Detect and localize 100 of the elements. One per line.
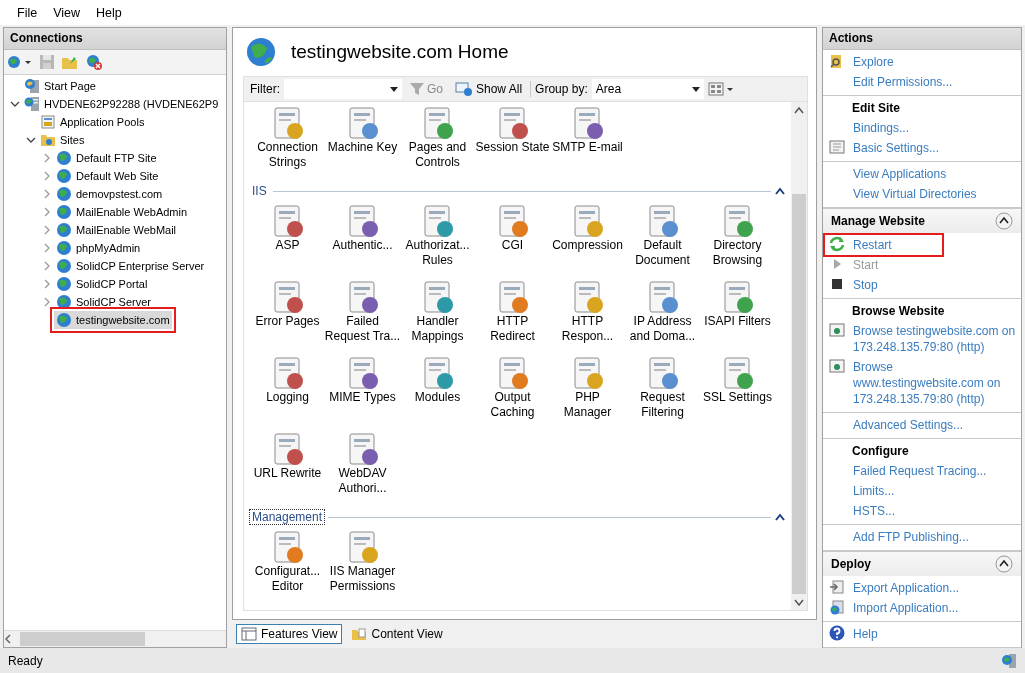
collapsed-chevron-icon[interactable] xyxy=(42,207,52,217)
action-link[interactable]: Basic Settings... xyxy=(853,138,940,158)
collapsed-chevron-icon[interactable] xyxy=(42,153,52,163)
group-by-dropdown[interactable]: Area xyxy=(591,79,704,99)
feature-item[interactable]: Directory Browsing xyxy=(712,238,763,268)
filter-field[interactable] xyxy=(284,79,402,99)
feature-item[interactable]: Failed Request Tra... xyxy=(324,314,401,344)
feature-item[interactable]: PHP Manager xyxy=(563,390,612,420)
horizontal-scrollbar[interactable] xyxy=(4,630,226,647)
feature-item[interactable]: CGI xyxy=(501,238,524,253)
feature-item[interactable]: Pages and Controls xyxy=(408,140,467,170)
collapsed-chevron-icon[interactable] xyxy=(42,243,52,253)
feature-item[interactable]: Modules xyxy=(414,390,461,405)
feature-item[interactable]: SMTP E-mail xyxy=(552,140,623,155)
feature-item[interactable]: SSL Settings xyxy=(703,390,772,405)
globe-icon xyxy=(56,240,72,256)
save-icon[interactable] xyxy=(39,54,55,70)
globe-icon xyxy=(56,258,72,274)
tree-item[interactable]: MailEnable WebAdmin xyxy=(54,203,190,221)
expanded-chevron-icon[interactable] xyxy=(10,99,20,109)
scroll-up-icon[interactable] xyxy=(794,106,804,114)
tree-item[interactable]: Application Pools xyxy=(38,113,147,131)
menu-item[interactable]: View xyxy=(46,3,88,22)
action-link[interactable]: Failed Request Tracing... xyxy=(853,461,987,481)
globe-dropdown-icon[interactable] xyxy=(7,54,33,70)
group-heading[interactable]: Management xyxy=(250,510,325,524)
folder-icon[interactable] xyxy=(61,54,79,70)
feature-item[interactable]: Request Filtering xyxy=(640,390,685,420)
collapsed-chevron-icon[interactable] xyxy=(42,189,52,199)
action-link[interactable]: HSTS... xyxy=(853,501,895,521)
collapse-chevron-icon[interactable] xyxy=(775,513,785,521)
action-link[interactable]: View Applications xyxy=(853,164,947,184)
menu-item[interactable]: File xyxy=(10,3,45,22)
tree-item[interactable]: HVDENE62P92288 (HVDENE62P9 xyxy=(22,95,221,113)
collapse-button-icon[interactable] xyxy=(995,555,1013,573)
feature-item[interactable]: Output Caching xyxy=(490,390,535,420)
feature-item[interactable]: ISAPI Filters xyxy=(704,314,771,329)
action-link[interactable]: View Virtual Directories xyxy=(853,184,977,204)
feature-item[interactable]: WebDAV Authori... xyxy=(338,466,387,496)
feature-item[interactable]: Logging xyxy=(266,390,309,405)
tree-item[interactable]: Sites xyxy=(38,131,87,149)
action-link[interactable]: Edit Permissions... xyxy=(853,72,953,92)
action-link[interactable]: Limits... xyxy=(853,481,895,501)
feature-item[interactable]: ASP xyxy=(275,238,300,253)
feature-item[interactable]: Configurat... Editor xyxy=(254,564,321,594)
feature-item[interactable]: HTTP Redirect xyxy=(490,314,535,344)
tree-item[interactable]: SolidCP Portal xyxy=(54,275,150,293)
feature-item[interactable]: Authorizat... Rules xyxy=(405,238,470,268)
tree-item[interactable]: Start Page xyxy=(22,77,98,95)
feature-item[interactable]: Machine Key xyxy=(327,140,398,155)
action-link[interactable]: Export Application... xyxy=(853,578,960,598)
action-link[interactable]: Advanced Settings... xyxy=(853,415,964,435)
action-link[interactable]: Browse www.testingwebsite.com on 173.248.135.79:80 (http) xyxy=(853,357,1021,409)
menu-item[interactable]: Help xyxy=(89,3,129,22)
feature-item[interactable]: MIME Types xyxy=(329,390,396,405)
view-mode-icon[interactable] xyxy=(707,81,736,97)
action-link[interactable]: Add FTP Publishing... xyxy=(853,527,969,547)
view-tab[interactable]: Content View xyxy=(346,624,448,644)
globe-icon xyxy=(56,312,72,328)
action-link[interactable]: Restart xyxy=(825,235,942,255)
feature-item[interactable]: HTTP Respon... xyxy=(561,314,614,344)
collapsed-chevron-icon[interactable] xyxy=(42,261,52,271)
action-link[interactable]: Import Application... xyxy=(853,598,959,618)
feature-item[interactable]: URL Rewrite xyxy=(253,466,322,481)
feature-item[interactable]: Connection Strings xyxy=(257,140,318,170)
feature-item[interactable]: Error Pages xyxy=(255,314,320,329)
collapse-button-icon[interactable] xyxy=(995,212,1013,230)
action-link[interactable]: Explore xyxy=(853,52,894,72)
feature-item[interactable]: Default Document xyxy=(635,238,690,268)
section-title: Manage Website xyxy=(831,214,925,228)
vertical-scrollbar[interactable] xyxy=(791,102,807,610)
tree-item[interactable]: phpMyAdmin xyxy=(54,239,143,257)
collapsed-chevron-icon[interactable] xyxy=(42,225,52,235)
feature-item[interactable]: IP Address and Doma... xyxy=(629,314,696,344)
group-heading[interactable]: IIS xyxy=(250,184,269,198)
tree-item[interactable]: SolidCP Enterprise Server xyxy=(54,257,207,275)
feature-item[interactable]: Compression xyxy=(552,238,623,253)
panel-title: Actions xyxy=(823,28,1021,50)
action-link[interactable]: Help xyxy=(853,624,878,644)
tree-item[interactable]: Default Web Site xyxy=(54,167,161,185)
collapsed-chevron-icon[interactable] xyxy=(42,279,52,289)
collapsed-chevron-icon[interactable] xyxy=(42,297,52,307)
collapse-chevron-icon[interactable] xyxy=(775,187,785,195)
feature-item[interactable]: Handler Mappings xyxy=(411,314,464,344)
folder-icon xyxy=(351,627,368,641)
collapsed-chevron-icon[interactable] xyxy=(42,171,52,181)
action-link[interactable]: Browse testingwebsite.com on 173.248.135.79:80 (http) xyxy=(853,321,1021,357)
feature-item[interactable]: Authentic... xyxy=(332,238,393,253)
tree-item[interactable]: MailEnable WebMail xyxy=(54,221,179,239)
disconnect-icon[interactable] xyxy=(85,54,103,70)
action-link[interactable]: Stop xyxy=(853,275,878,295)
scroll-down-icon[interactable] xyxy=(794,598,804,606)
action-link[interactable]: Bindings... xyxy=(853,118,910,138)
tree-item[interactable]: Default FTP Site xyxy=(54,149,159,167)
feature-item[interactable]: IIS Manager Permissions xyxy=(329,564,396,594)
view-tab[interactable]: Features View xyxy=(236,624,343,644)
tree-item[interactable]: demovpstest.com xyxy=(54,185,165,203)
expanded-chevron-icon[interactable] xyxy=(26,135,36,145)
feature-item[interactable]: Session State xyxy=(475,140,550,155)
show-all-button[interactable]: Show All xyxy=(451,82,527,96)
